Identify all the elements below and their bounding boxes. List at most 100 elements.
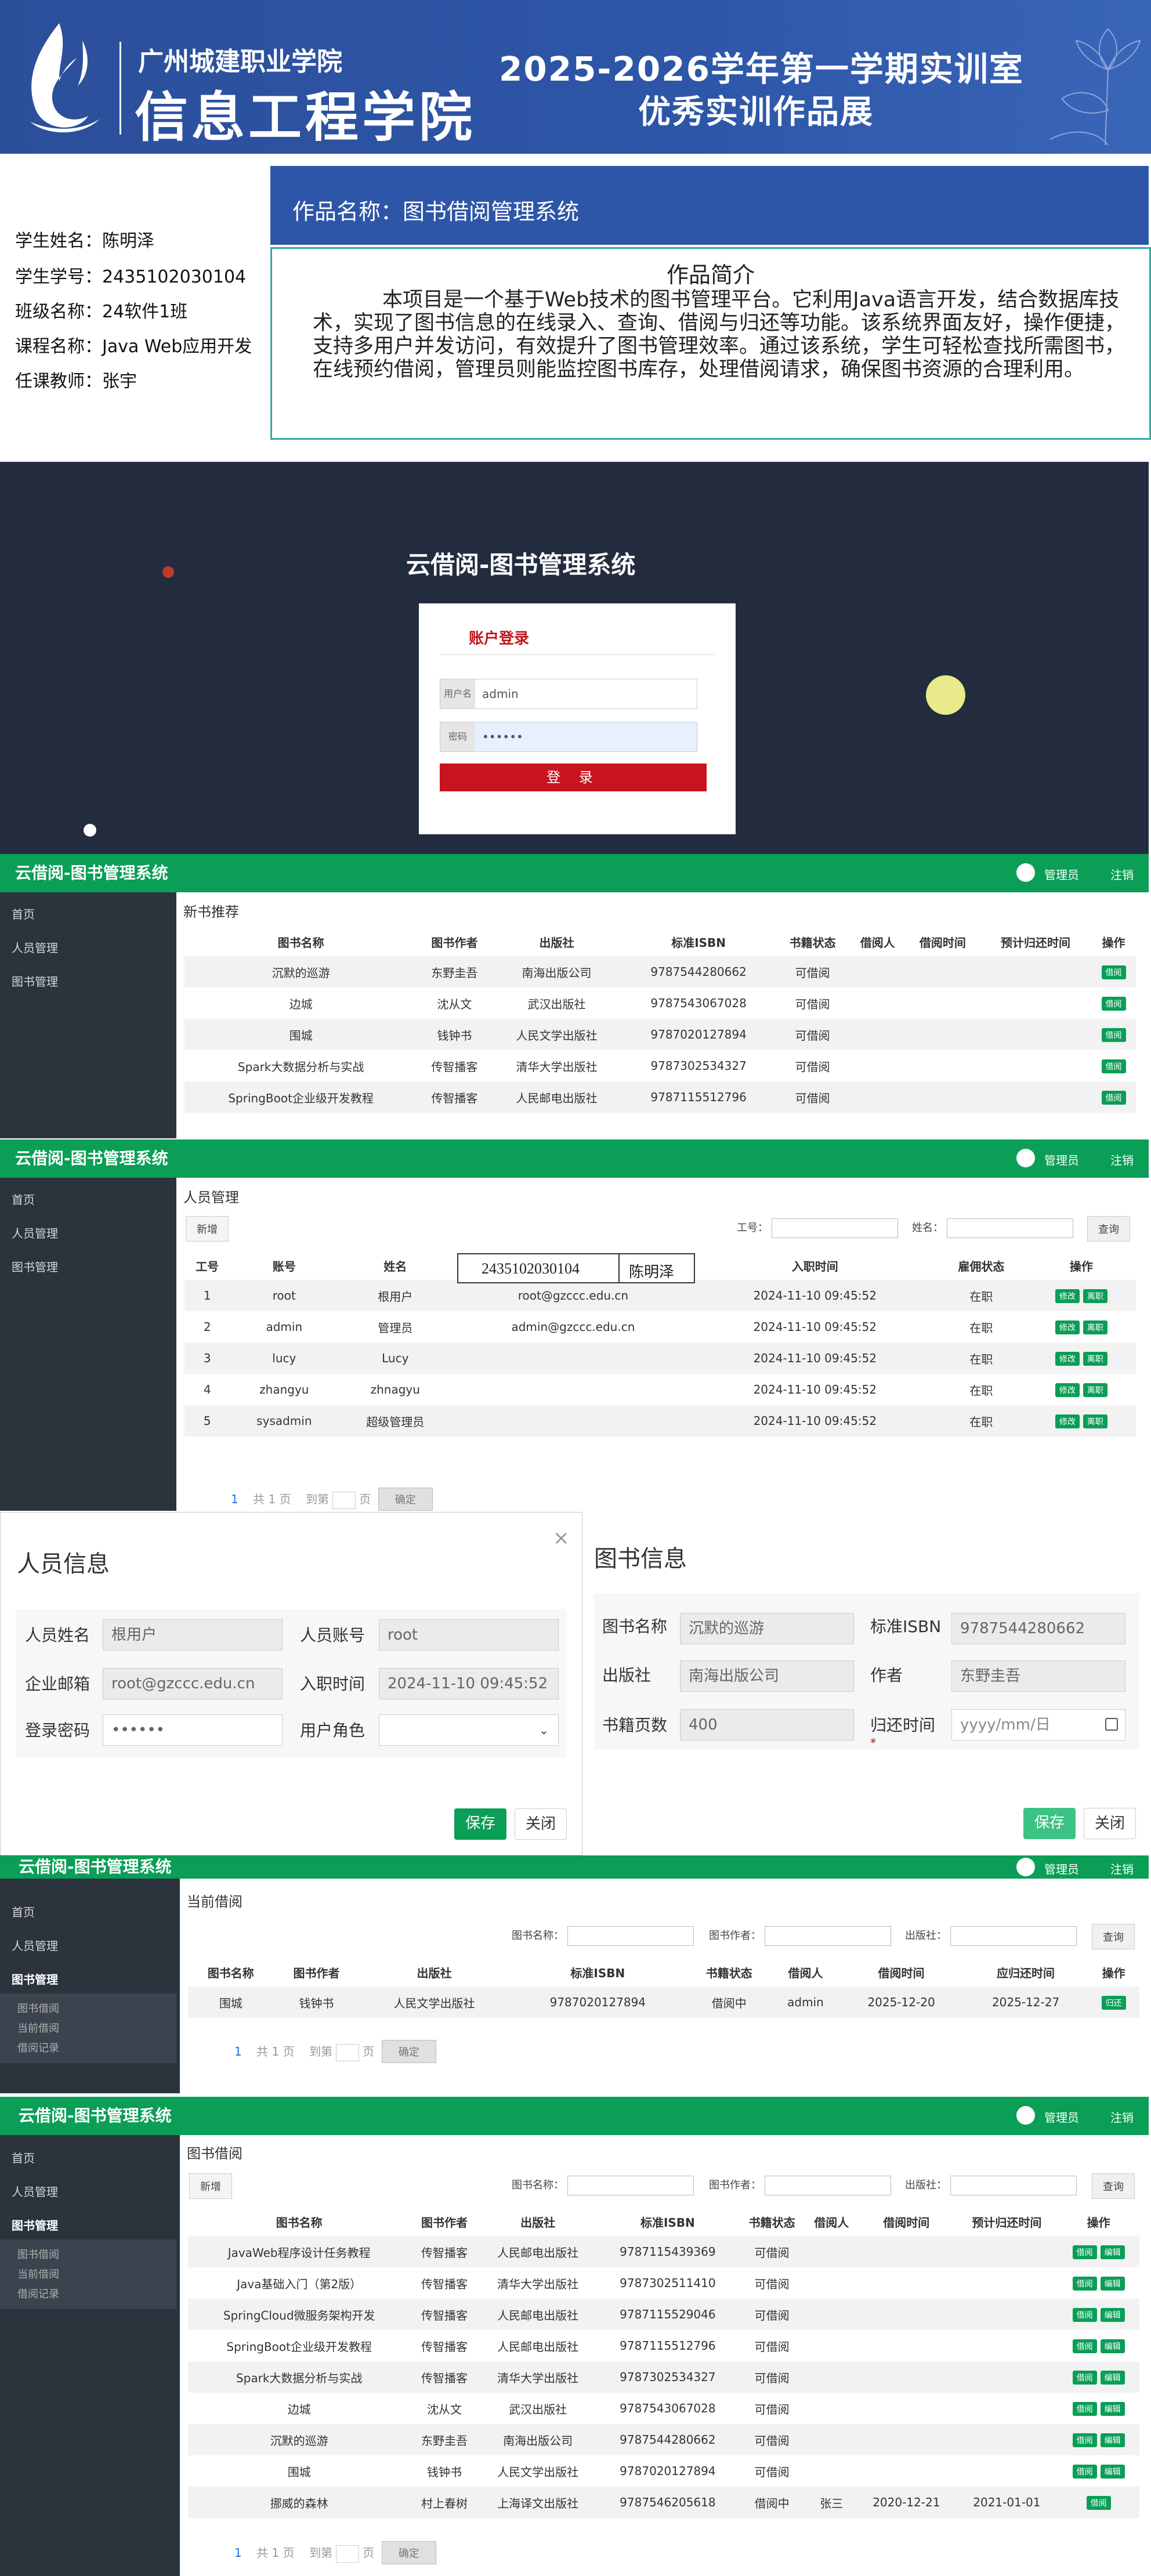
edit-button[interactable]: 修改 xyxy=(1055,1352,1080,1366)
add-book-button[interactable]: 新增 xyxy=(189,2173,232,2199)
borrow-button[interactable]: 借阅 xyxy=(1101,1028,1126,1042)
borrow-button[interactable]: 借阅 xyxy=(1101,1091,1126,1105)
calendar-icon[interactable] xyxy=(1105,1718,1118,1731)
leave-button[interactable]: 离职 xyxy=(1083,1289,1107,1303)
edit-button[interactable]: 编辑 xyxy=(1100,2245,1125,2259)
sidebar-sub-record[interactable]: 借阅记录 xyxy=(17,2040,59,2055)
search-name-input[interactable] xyxy=(947,1218,1073,1238)
person-close-button[interactable]: 关闭 xyxy=(515,1808,567,1840)
current-user[interactable]: 管理员 xyxy=(1044,1151,1079,1168)
search-bookname-input[interactable] xyxy=(567,1926,694,1946)
query-button[interactable]: 查询 xyxy=(1092,2173,1135,2199)
sidebar-item-home[interactable]: 首页 xyxy=(12,1903,35,1920)
book-return-date-input[interactable]: yyyy/mm/日 xyxy=(951,1709,1125,1741)
edit-button[interactable]: 修改 xyxy=(1055,1383,1080,1397)
sidebar-item-people[interactable]: 人员管理 xyxy=(12,939,58,956)
borrow-button[interactable]: 借阅 xyxy=(1072,2371,1097,2385)
current-user[interactable]: 管理员 xyxy=(1044,1860,1079,1877)
leave-button[interactable]: 离职 xyxy=(1083,1414,1107,1428)
leave-button[interactable]: 离职 xyxy=(1083,1352,1107,1366)
sidebar-sub-current[interactable]: 当前借阅 xyxy=(17,2020,59,2035)
sidebar-item-books[interactable]: 图书管理 xyxy=(12,2216,58,2233)
person-password-input[interactable]: •••••• xyxy=(103,1714,283,1746)
search-press-input[interactable] xyxy=(950,2176,1077,2195)
borrow-button[interactable]: 借阅 xyxy=(1072,2402,1097,2416)
book-isbn-input[interactable]: 9787544280662 xyxy=(951,1613,1125,1644)
leave-button[interactable]: 离职 xyxy=(1083,1320,1107,1334)
sidebar-item-books[interactable]: 图书管理 xyxy=(12,1258,58,1275)
book-save-button[interactable]: 保存 xyxy=(1023,1808,1076,1839)
edit-button[interactable]: 修改 xyxy=(1055,1414,1080,1428)
edit-button[interactable]: 编辑 xyxy=(1100,2402,1125,2416)
username-field[interactable]: 用户名 admin xyxy=(440,679,697,709)
query-button[interactable]: 查询 xyxy=(1087,1216,1130,1242)
sidebar-sub-record[interactable]: 借阅记录 xyxy=(17,2286,59,2301)
sidebar-item-books[interactable]: 图书管理 xyxy=(12,972,58,989)
sidebar-sub-borrow[interactable]: 图书借阅 xyxy=(17,2246,59,2262)
edit-button[interactable]: 编辑 xyxy=(1100,2308,1125,2322)
borrow-button[interactable]: 借阅 xyxy=(1086,2496,1111,2510)
goto-confirm-button[interactable]: 确定 xyxy=(378,1488,433,1511)
edit-button[interactable]: 编辑 xyxy=(1100,2433,1125,2447)
borrow-button[interactable]: 借阅 xyxy=(1101,997,1126,1011)
borrow-button[interactable]: 借阅 xyxy=(1072,2339,1097,2353)
book-pages-input[interactable]: 400 xyxy=(680,1709,854,1741)
edit-button[interactable]: 修改 xyxy=(1055,1320,1080,1334)
edit-button[interactable]: 编辑 xyxy=(1100,2371,1125,2385)
sidebar-item-home[interactable]: 首页 xyxy=(12,2149,35,2166)
current-user[interactable]: 管理员 xyxy=(1044,2108,1079,2125)
sidebar-sub-borrow[interactable]: 图书借阅 xyxy=(17,2000,59,2016)
logout-link[interactable]: 注销 xyxy=(1110,1860,1134,1877)
logout-link[interactable]: 注销 xyxy=(1110,2108,1134,2125)
person-name-input[interactable]: 根用户 xyxy=(103,1619,283,1651)
edit-button[interactable]: 编辑 xyxy=(1100,2339,1125,2353)
borrow-button[interactable]: 借阅 xyxy=(1072,2277,1097,2291)
person-save-button[interactable]: 保存 xyxy=(454,1808,506,1840)
return-button[interactable]: 归还 xyxy=(1101,1996,1126,2010)
page-current[interactable]: 1 xyxy=(234,2045,242,2058)
borrow-button[interactable]: 借阅 xyxy=(1072,2245,1097,2259)
logout-link[interactable]: 注销 xyxy=(1110,866,1134,882)
goto-confirm-button[interactable]: 确定 xyxy=(381,2541,436,2564)
sidebar-item-people[interactable]: 人员管理 xyxy=(12,2183,58,2199)
page-current[interactable]: 1 xyxy=(234,2546,242,2560)
goto-input[interactable] xyxy=(332,1491,356,1509)
leave-button[interactable]: 离职 xyxy=(1083,1383,1107,1397)
book-name-input[interactable]: 沉默的巡游 xyxy=(680,1613,854,1644)
sidebar-item-home[interactable]: 首页 xyxy=(12,1191,35,1207)
book-press-input[interactable]: 南海出版公司 xyxy=(680,1660,854,1692)
borrow-button[interactable]: 借阅 xyxy=(1072,2465,1097,2479)
login-button[interactable]: 登 录 xyxy=(440,764,707,791)
logout-link[interactable]: 注销 xyxy=(1110,1151,1134,1168)
search-author-input[interactable] xyxy=(765,1926,891,1946)
goto-confirm-button[interactable]: 确定 xyxy=(381,2040,436,2063)
password-field[interactable]: 密码 •••••• xyxy=(440,722,697,752)
close-icon[interactable]: × xyxy=(553,1526,570,1550)
edit-button[interactable]: 修改 xyxy=(1055,1289,1080,1303)
person-role-select[interactable]: ⌄ xyxy=(379,1714,559,1746)
sidebar-item-home[interactable]: 首页 xyxy=(12,905,35,922)
add-person-button[interactable]: 新增 xyxy=(186,1216,229,1242)
edit-button[interactable]: 编辑 xyxy=(1100,2465,1125,2479)
borrow-button[interactable]: 借阅 xyxy=(1072,2433,1097,2447)
book-author-input[interactable]: 东野圭吾 xyxy=(951,1660,1125,1692)
borrow-button[interactable]: 借阅 xyxy=(1072,2308,1097,2322)
sidebar-sub-current[interactable]: 当前借阅 xyxy=(17,2266,59,2281)
borrow-button[interactable]: 借阅 xyxy=(1101,965,1126,979)
person-date-input[interactable]: 2024-11-10 09:45:52 xyxy=(379,1668,559,1699)
person-email-input[interactable]: root@gzccc.edu.cn xyxy=(103,1668,283,1699)
borrow-button[interactable]: 借阅 xyxy=(1101,1059,1126,1073)
query-button[interactable]: 查询 xyxy=(1092,1924,1135,1949)
sidebar-item-people[interactable]: 人员管理 xyxy=(12,1937,58,1953)
goto-input[interactable] xyxy=(336,2545,360,2563)
search-author-input[interactable] xyxy=(765,2176,891,2195)
goto-input[interactable] xyxy=(336,2043,360,2061)
search-id-input[interactable] xyxy=(772,1218,898,1238)
edit-button[interactable]: 编辑 xyxy=(1100,2277,1125,2291)
book-close-button[interactable]: 关闭 xyxy=(1084,1808,1136,1839)
page-current[interactable]: 1 xyxy=(231,1492,238,1506)
search-bookname-input[interactable] xyxy=(567,2176,694,2195)
search-press-input[interactable] xyxy=(950,1926,1077,1946)
sidebar-item-books[interactable]: 图书管理 xyxy=(12,1970,58,1987)
person-account-input[interactable]: root xyxy=(379,1619,559,1651)
